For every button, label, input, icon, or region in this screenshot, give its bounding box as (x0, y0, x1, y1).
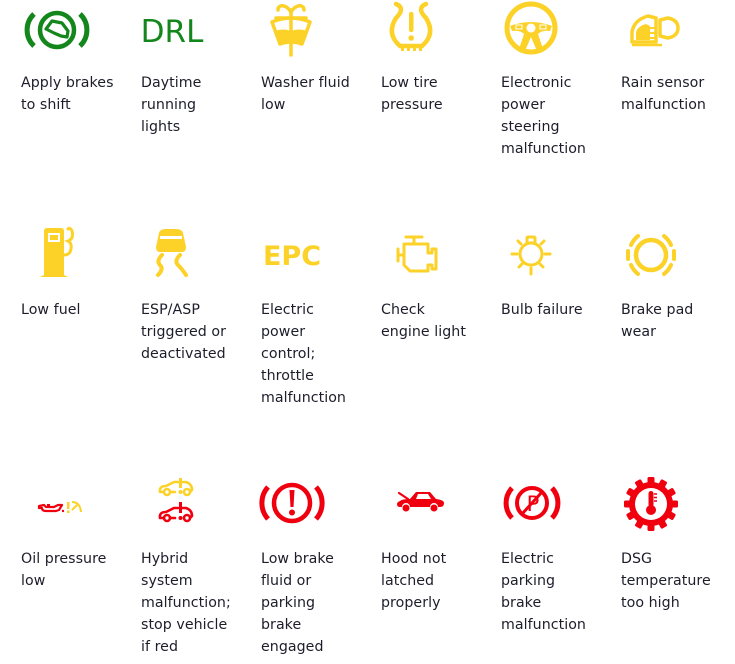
tire-pressure-icon (366, 0, 456, 56)
indicator-label: Daytime running lights (141, 75, 202, 135)
indicator-label: DSG temperature too high (621, 551, 711, 611)
indicator-label: Check engine light (381, 302, 466, 340)
indicator-label: Brake pad wear (621, 302, 694, 340)
indicator-label: Bulb failure (501, 302, 583, 318)
indicator-oil-pressure: Oil pressure low (0, 460, 120, 664)
indicator-low-fuel: Low fuel (0, 220, 120, 460)
indicator-low-tire-pressure: Low tire pressure (360, 0, 480, 220)
indicator-label: Electric power control; throttle malfunc… (261, 302, 346, 406)
indicator-bulb-failure: Bulb failure (480, 220, 600, 460)
steering-wheel-icon (486, 0, 576, 56)
indicator-washer-fluid: Washer fluid low (240, 0, 360, 220)
hood-open-icon (366, 475, 456, 531)
indicator-check-engine: Check engine light (360, 220, 480, 460)
indicator-electric-parking-brake: P Electric parking brake malfunction (480, 460, 600, 664)
oil-pressure-icon (6, 480, 96, 536)
indicator-apply-brakes: Apply brakes to shift (0, 0, 120, 220)
engine-icon (366, 225, 456, 281)
indicator-label: Low tire pressure (381, 75, 443, 113)
indicator-label: Hybrid system malfunction; stop vehicle … (141, 551, 231, 655)
svg-text:EPC: EPC (263, 241, 321, 272)
brake-warning-icon (246, 475, 336, 531)
drl-icon: DRL (126, 2, 216, 58)
indicator-dsg-temperature: DSG temperature too high (600, 460, 720, 664)
indicator-label: Hood not latched properly (381, 551, 447, 611)
indicator-daytime-running-lights: DRL Daytime running lights (120, 0, 240, 220)
indicator-esp-asp: ESP/ASP triggered or deactivated (120, 220, 240, 460)
indicator-hood-not-latched: Hood not latched properly (360, 460, 480, 664)
brake-pad-icon (606, 225, 696, 281)
indicator-label: Apply brakes to shift (21, 75, 114, 113)
indicator-label: ESP/ASP triggered or deactivated (141, 302, 226, 362)
fuel-pump-icon (6, 225, 96, 281)
apply-brakes-icon (12, 2, 102, 58)
indicator-epc: EPC Electric power control; throttle mal… (240, 220, 360, 460)
indicator-low-brake-fluid: Low brake fluid or parking brake engaged (240, 460, 360, 664)
epc-icon: EPC (246, 225, 336, 281)
esp-skid-icon (126, 225, 216, 281)
indicator-label: Electric parking brake malfunction (501, 551, 586, 633)
indicator-label: Electronic power steering malfunction (501, 75, 586, 157)
indicator-rain-sensor: Rain sensor malfunction (600, 0, 720, 220)
indicator-label: Oil pressure low (21, 551, 107, 589)
svg-text:DRL: DRL (141, 14, 204, 50)
indicator-power-steering: Electronic power steering malfunction (480, 0, 600, 220)
parking-brake-icon: P (486, 475, 576, 531)
indicator-brake-pad-wear: Brake pad wear (600, 220, 720, 460)
indicator-label: Washer fluid low (261, 75, 350, 113)
bulb-icon (486, 225, 576, 281)
warning-lights-grid: Apply brakes to shift DRL Daytime runnin… (0, 0, 735, 664)
washer-fluid-icon (246, 0, 336, 57)
rain-sensor-icon (606, 2, 696, 58)
indicator-label: Rain sensor malfunction (621, 75, 706, 113)
hybrid-system-icon (126, 474, 216, 530)
indicator-label: Low brake fluid or parking brake engaged (261, 551, 334, 655)
dsg-temperature-icon (606, 475, 696, 531)
indicator-hybrid-system: Hybrid system malfunction; stop vehicle … (120, 460, 240, 664)
indicator-label: Low fuel (21, 302, 81, 318)
